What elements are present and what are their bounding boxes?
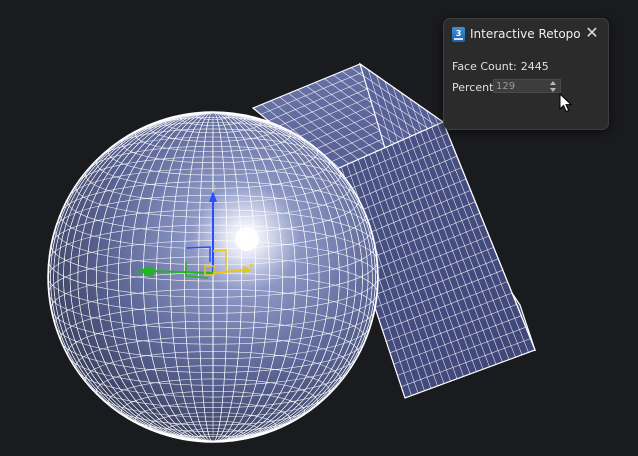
- dialog-titlebar[interactable]: 3 Interactive Retopo ✕: [444, 19, 608, 51]
- mouse-cursor-icon: [559, 93, 573, 113]
- spinner-arrows[interactable]: [550, 81, 557, 92]
- face-count-label: Face Count:: [452, 60, 517, 73]
- gizmo-y-box: [144, 267, 154, 276]
- spinner-up-icon[interactable]: [550, 81, 556, 85]
- percent-label: Percent:: [452, 81, 498, 94]
- close-icon: ✕: [585, 23, 599, 42]
- sphere-specular-highlight: [235, 227, 259, 251]
- sphere-mesh[interactable]: [47, 111, 379, 443]
- gizmo-y-label: y: [136, 266, 141, 275]
- percent-spinner[interactable]: 129: [493, 79, 561, 93]
- face-count-value: 2445: [520, 60, 549, 73]
- gizmo-z-label: z: [212, 183, 216, 192]
- percent-value[interactable]: 129: [496, 80, 515, 93]
- gizmo-x-label: x: [249, 261, 254, 270]
- dialog-title: Interactive Retopo: [470, 27, 581, 41]
- app-3ds-icon: 3: [452, 27, 465, 42]
- close-button[interactable]: ✕: [583, 24, 601, 42]
- spinner-down-icon[interactable]: [550, 88, 556, 92]
- interactive-retopo-dialog[interactable]: 3 Interactive Retopo ✕ Face Count: 2445 P…: [443, 18, 609, 130]
- sphere-surface[interactable]: [47, 111, 379, 443]
- face-count-row: Face Count: 2445: [452, 60, 553, 73]
